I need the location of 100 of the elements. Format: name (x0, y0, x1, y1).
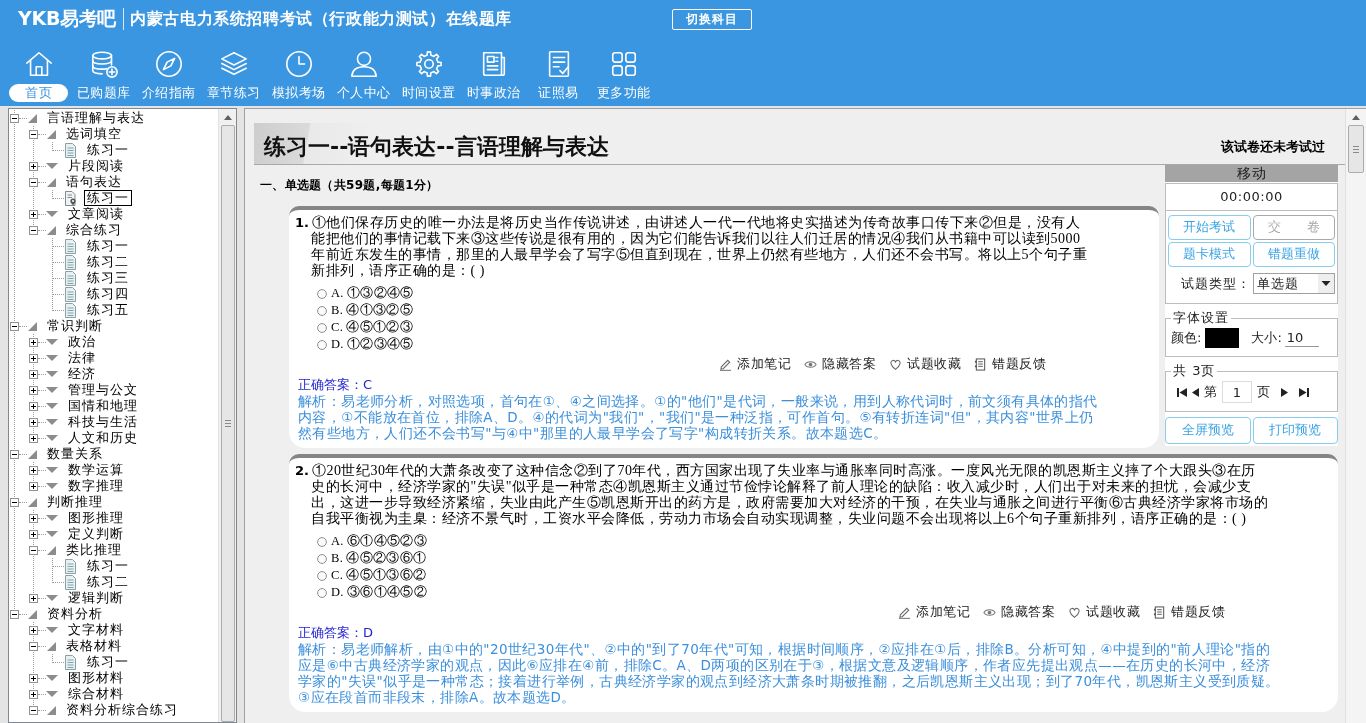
scroll-up-icon[interactable] (1352, 115, 1360, 120)
minus-box-icon[interactable] (10, 113, 19, 123)
option-label[interactable]: D. ③⑥①④⑤② (331, 584, 427, 601)
plus-box-icon[interactable] (29, 673, 38, 683)
plus-box-icon[interactable] (29, 481, 38, 491)
tree-item[interactable]: 数学运算 (65, 462, 127, 478)
tree-item[interactable]: 练习一 (84, 142, 132, 158)
question-type-select[interactable]: 单选题 (1253, 273, 1335, 294)
tree-item[interactable]: 练习一 (84, 238, 132, 254)
tree-item[interactable]: 判断推理 (44, 494, 106, 510)
option-label[interactable]: A. ①③②④⑤ (331, 285, 414, 302)
tree-item[interactable]: 定义判断 (65, 526, 127, 542)
minus-box-icon[interactable] (10, 497, 19, 507)
tree-item[interactable]: 图形材料 (65, 670, 127, 686)
next-page-icon[interactable] (1281, 387, 1288, 397)
first-page-icon[interactable] (1177, 387, 1187, 397)
tree-item[interactable]: 资料分析综合练习 (63, 702, 181, 718)
question-action-link[interactable]: 错题反馈 (974, 355, 1046, 373)
radio-button[interactable] (317, 322, 327, 333)
tree-item[interactable]: 语句表达 (63, 174, 125, 190)
tree-item[interactable]: 常识判断 (44, 318, 106, 334)
tree-item[interactable]: 练习三 (84, 270, 132, 286)
plus-box-icon[interactable] (29, 465, 38, 475)
option-label[interactable]: B. ④①③②⑤ (331, 302, 413, 319)
tree-scrollbar[interactable] (218, 109, 236, 722)
tree-item[interactable]: 数量关系 (44, 446, 106, 462)
scroll-up-icon[interactable] (223, 115, 232, 120)
scrollbar-thumb[interactable] (1348, 125, 1364, 173)
plus-box-icon[interactable] (29, 513, 38, 523)
plus-box-icon[interactable] (29, 385, 38, 395)
plus-box-icon[interactable] (29, 337, 38, 347)
tree-item[interactable]: 文字材料 (65, 622, 127, 638)
tree-item[interactable]: 表格材料 (63, 638, 125, 654)
tree-item[interactable]: 资料分析 (44, 606, 106, 622)
page-number-field[interactable]: 1 (1222, 381, 1252, 403)
minus-box-icon[interactable] (10, 609, 19, 619)
tree-item[interactable]: 人文和历史 (65, 430, 141, 446)
tree-item[interactable]: 法律 (65, 350, 99, 366)
radio-button[interactable] (317, 288, 327, 299)
minus-box-icon[interactable] (10, 449, 19, 459)
question-action-link[interactable]: 隐藏答案 (983, 603, 1055, 621)
content-scrollbar[interactable] (1345, 109, 1366, 723)
last-page-icon[interactable] (1299, 387, 1309, 397)
minus-box-icon[interactable] (29, 705, 38, 715)
plus-box-icon[interactable] (29, 209, 38, 219)
radio-button[interactable] (317, 536, 327, 547)
minus-box-icon[interactable] (29, 129, 38, 139)
tree-item[interactable]: 片段阅读 (65, 158, 127, 174)
minus-box-icon[interactable] (29, 225, 38, 235)
tree-item[interactable]: 类比推理 (63, 542, 125, 558)
panel-drag-handle[interactable]: 移动 (1165, 165, 1338, 182)
plus-box-icon[interactable] (29, 529, 38, 539)
plus-box-icon[interactable] (29, 417, 38, 427)
tree-item[interactable]: 国情和地理 (65, 398, 141, 414)
tree-item[interactable]: 图形推理 (65, 510, 127, 526)
tree-item[interactable]: 文章阅读 (65, 206, 127, 222)
plus-box-icon[interactable] (29, 593, 38, 603)
tree-item[interactable]: 管理与公文 (65, 382, 141, 398)
radio-button[interactable] (317, 587, 327, 598)
font-color-swatch[interactable] (1205, 328, 1240, 348)
plus-box-icon[interactable] (29, 401, 38, 411)
tree-item[interactable]: 练习一 (84, 190, 132, 206)
tree-item[interactable]: 练习二 (84, 254, 132, 270)
option-label[interactable]: C. ④⑤①③⑥② (331, 567, 427, 584)
question-action-link[interactable]: 隐藏答案 (804, 355, 876, 373)
minus-box-icon[interactable] (29, 641, 38, 651)
radio-button[interactable] (317, 570, 327, 581)
tree-item[interactable]: 综合练习 (63, 222, 125, 238)
option-label[interactable]: B. ④⑤②③⑥① (331, 550, 427, 567)
minus-box-icon[interactable] (29, 177, 38, 187)
question-action-link[interactable]: 试题收藏 (1068, 603, 1140, 621)
tree-item[interactable]: 练习一 (84, 558, 132, 574)
tree-item[interactable]: 练习二 (84, 574, 132, 590)
question-action-link[interactable]: 添加笔记 (719, 355, 791, 373)
tree-item[interactable]: 练习五 (84, 302, 132, 318)
question-action-link[interactable]: 错题反馈 (1153, 603, 1225, 621)
tree-item[interactable]: 综合材料 (65, 686, 127, 702)
plus-box-icon[interactable] (29, 369, 38, 379)
radio-button[interactable] (317, 553, 327, 564)
plus-box-icon[interactable] (29, 161, 38, 171)
previous-page-icon[interactable] (1192, 387, 1199, 397)
question-action-link[interactable]: 试题收藏 (889, 355, 961, 373)
plus-box-icon[interactable] (29, 433, 38, 443)
tree-item[interactable]: 数字推理 (65, 478, 127, 494)
tree-item[interactable]: 经济 (65, 366, 99, 382)
tree-item[interactable]: 选词填空 (63, 126, 125, 142)
tree-item[interactable]: 练习一 (84, 654, 132, 670)
plus-box-icon[interactable] (29, 689, 38, 699)
option-label[interactable]: C. ④⑤①②③ (331, 319, 413, 336)
question-action-link[interactable]: 添加笔记 (898, 603, 970, 621)
plus-box-icon[interactable] (29, 625, 38, 635)
tree-item[interactable]: 科技与生活 (65, 414, 141, 430)
radio-button[interactable] (317, 305, 327, 316)
tree-item[interactable]: 逻辑判断 (65, 590, 127, 606)
option-label[interactable]: D. ①②③④⑤ (331, 336, 414, 353)
scrollbar-thumb[interactable] (220, 125, 235, 722)
option-label[interactable]: A. ⑥①④⑤②③ (331, 533, 427, 550)
tree-item[interactable]: 言语理解与表达 (44, 110, 148, 126)
tree-item[interactable]: 政治 (65, 334, 99, 350)
minus-box-icon[interactable] (29, 545, 38, 555)
